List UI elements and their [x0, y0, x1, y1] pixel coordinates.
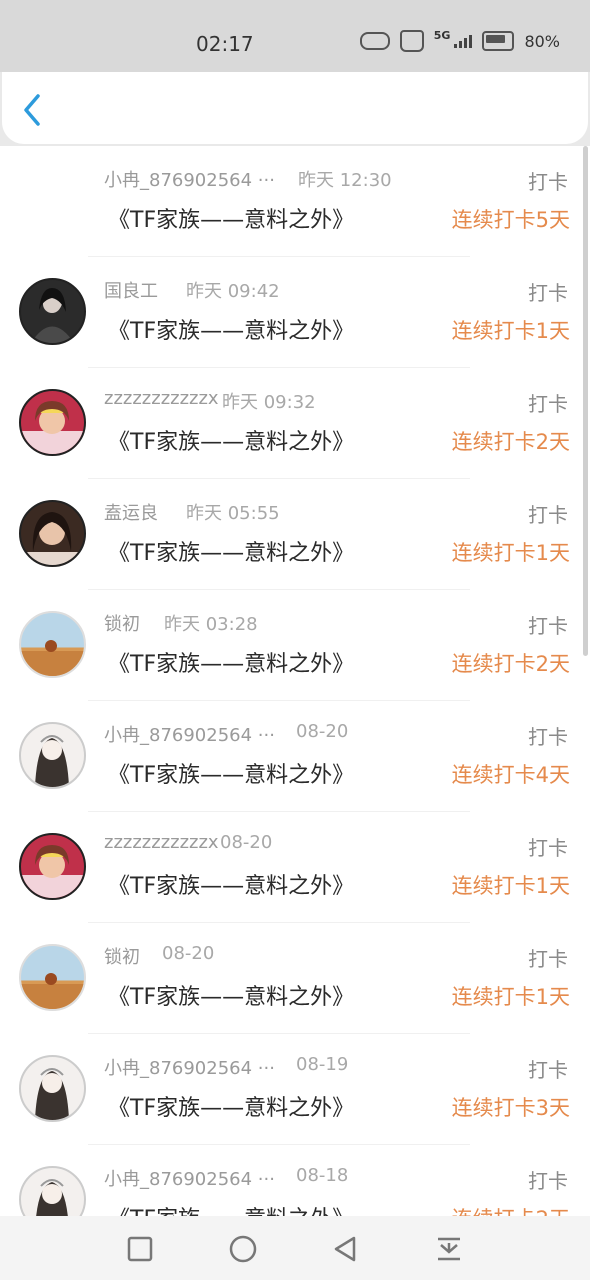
network-type: 5G — [433, 28, 451, 42]
streak-label: 连续打卡1天 — [451, 985, 570, 1009]
user-name: 小冉_876902564 ··· — [104, 725, 275, 746]
list-item[interactable]: zzzzzzzzzzzx 08-20 《TF家族——意料之外》 打卡 连续打卡1… — [0, 812, 590, 923]
streak-label: 连续打卡3天 — [451, 1096, 570, 1120]
checkin-time: 08-18 — [296, 1165, 349, 1186]
book-title: 《TF家族——意料之外》 — [108, 985, 355, 1010]
circle-icon — [229, 1235, 257, 1263]
checkin-label: 打卡 — [528, 947, 568, 971]
book-title: 《TF家族——意料之外》 — [108, 208, 355, 233]
status-bar: 02:17 5G 80% — [0, 0, 590, 72]
triangle-back-icon — [334, 1236, 356, 1262]
user-name: zzzzzzzzzzzx — [104, 832, 219, 853]
avatar[interactable] — [19, 389, 86, 456]
mask-icon — [359, 32, 390, 50]
back-nav-button[interactable] — [330, 1234, 360, 1264]
user-name: 国良工 — [104, 281, 158, 302]
avatar[interactable] — [19, 1166, 86, 1216]
list-item[interactable]: 国良工 昨天 09:42 《TF家族——意料之外》 打卡 连续打卡1天 — [0, 257, 590, 368]
streak-label: 连续打卡1天 — [451, 541, 570, 565]
checkin-time: 08-20 — [220, 832, 273, 853]
checkin-time: 08-19 — [296, 1054, 349, 1075]
list-item[interactable]: 盍运良 昨天 05:55 《TF家族——意料之外》 打卡 连续打卡1天 — [0, 479, 590, 590]
book-title: 《TF家族——意料之外》 — [108, 763, 355, 788]
checkin-label: 打卡 — [528, 1169, 568, 1193]
signal-icon — [454, 34, 473, 48]
checkin-time: 昨天 12:30 — [298, 170, 392, 191]
streak-label: 连续打卡1天 — [451, 319, 570, 343]
book-title: 《TF家族——意料之外》 — [108, 874, 355, 899]
checkin-time: 昨天 03:28 — [164, 614, 258, 635]
chevron-left-icon — [24, 94, 40, 126]
checkin-time: 昨天 05:55 — [186, 503, 280, 524]
checkin-label: 打卡 — [528, 725, 568, 749]
avatar[interactable] — [19, 833, 86, 900]
status-icons: 5G 80% — [359, 28, 560, 52]
streak-label: 连续打卡4天 — [451, 763, 570, 787]
app-header — [2, 72, 588, 144]
book-title: 《TF家族——意料之外》 — [108, 1201, 354, 1216]
user-name: zzzzzzzzzzzx — [104, 388, 219, 409]
book-title: 《TF家族——意料之外》 — [108, 541, 355, 566]
book-title: 《TF家族——意料之外》 — [108, 319, 355, 344]
user-name: 小冉_876902564 ··· — [104, 1058, 275, 1079]
status-time: 02:17 — [196, 32, 254, 56]
list-item[interactable]: 锁初 昨天 03:28 《TF家族——意料之外》 打卡 连续打卡2天 — [0, 590, 590, 701]
checkin-time: 昨天 09:32 — [222, 392, 316, 413]
bunny-icon — [399, 30, 424, 52]
avatar[interactable] — [19, 500, 86, 567]
checkin-label: 打卡 — [528, 614, 568, 638]
battery-level: 80% — [524, 31, 560, 51]
streak-label: 连续打卡1天 — [451, 874, 570, 898]
streak-label: 连续打卡2天 — [452, 1203, 570, 1216]
checkin-label: 打卡 — [528, 1058, 568, 1082]
scrollbar[interactable] — [583, 146, 588, 656]
user-name: 盍运良 — [104, 503, 158, 524]
user-name: 小冉_876902564 ··· — [104, 170, 275, 191]
streak-label: 连续打卡5天 — [451, 208, 570, 232]
recents-button[interactable] — [125, 1234, 155, 1264]
avatar[interactable] — [19, 611, 86, 678]
home-button[interactable] — [228, 1234, 258, 1264]
checkin-list[interactable]: 小冉_876902564 ··· 昨天 12:30 《TF家族——意料之外》 打… — [0, 146, 590, 1216]
system-nav-bar — [0, 1216, 590, 1280]
avatar[interactable] — [19, 1055, 86, 1122]
checkin-label: 打卡 — [528, 503, 568, 527]
user-name: 锁初 — [104, 947, 140, 968]
book-title: 《TF家族——意料之外》 — [108, 430, 355, 455]
list-item[interactable]: zzzzzzzzzzzx 昨天 09:32 《TF家族——意料之外》 打卡 连续… — [0, 368, 590, 479]
book-title: 《TF家族——意料之外》 — [108, 1096, 355, 1121]
back-button[interactable] — [18, 92, 48, 128]
checkin-label: 打卡 — [528, 392, 568, 416]
checkin-label: 打卡 — [528, 170, 568, 194]
user-name: 锁初 — [104, 614, 140, 635]
avatar[interactable] — [19, 944, 86, 1011]
list-item[interactable]: 锁初 08-20 《TF家族——意料之外》 打卡 连续打卡1天 — [0, 923, 590, 1034]
list-item[interactable]: 小冉_876902564 ··· 昨天 12:30 《TF家族——意料之外》 打… — [0, 146, 590, 257]
checkin-time: 08-20 — [296, 721, 349, 742]
square-icon — [127, 1236, 153, 1262]
streak-label: 连续打卡2天 — [451, 430, 570, 454]
download-icon — [438, 1237, 460, 1261]
streak-label: 连续打卡2天 — [451, 652, 570, 676]
battery-icon — [482, 31, 515, 51]
checkin-time: 08-20 — [162, 943, 215, 964]
list-item[interactable]: 小冉_876902564 ··· 08-19 《TF家族——意料之外》 打卡 连… — [0, 1034, 590, 1145]
list-item[interactable]: 小冉_876902564 ··· 08-20 《TF家族——意料之外》 打卡 连… — [0, 701, 590, 812]
book-title: 《TF家族——意料之外》 — [108, 652, 355, 677]
list-item[interactable]: 小冉_876902564 ··· 08-18 《TF家族——意料之外》 打卡 连… — [0, 1145, 590, 1216]
checkin-label: 打卡 — [528, 281, 568, 305]
checkin-time: 昨天 09:42 — [186, 281, 280, 302]
user-name: 小冉_876902564 ··· — [104, 1169, 275, 1190]
avatar[interactable] — [19, 278, 86, 345]
checkin-label: 打卡 — [528, 836, 568, 860]
avatar[interactable] — [19, 722, 86, 789]
notification-pull-button[interactable] — [434, 1234, 464, 1264]
